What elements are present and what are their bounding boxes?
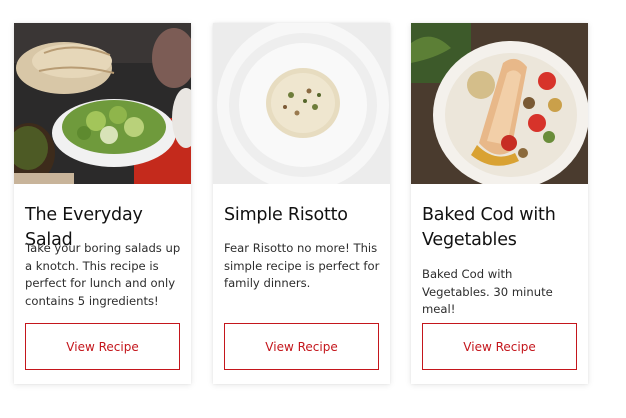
baked-cod-photo [411, 23, 588, 184]
recipe-description: Take your boring salads up a knotch. Thi… [25, 241, 181, 308]
recipe-card-everyday-salad: The Everyday Salad Take your boring sala… [14, 23, 191, 384]
salad-photo [14, 23, 191, 184]
recipe-card-baked-cod: Baked Cod with Vegetables Baked Cod with… [411, 23, 588, 384]
view-recipe-button[interactable]: View Recipe [25, 323, 180, 370]
recipe-title: Simple Risotto [224, 205, 348, 225]
recipe-card-grid: The Everyday Salad Take your boring sala… [0, 0, 626, 418]
view-recipe-button[interactable]: View Recipe [422, 323, 577, 370]
recipe-description: Baked Cod with Vegetables. 30 minute mea… [422, 267, 553, 316]
risotto-photo [213, 23, 390, 184]
recipe-card-simple-risotto: Simple Risotto Fear Risotto no more! Thi… [213, 23, 390, 384]
recipe-description: Fear Risotto no more! This simple recipe… [224, 241, 380, 290]
view-recipe-button[interactable]: View Recipe [224, 323, 379, 370]
recipe-title: Baked Cod with Vegetables [422, 205, 556, 250]
